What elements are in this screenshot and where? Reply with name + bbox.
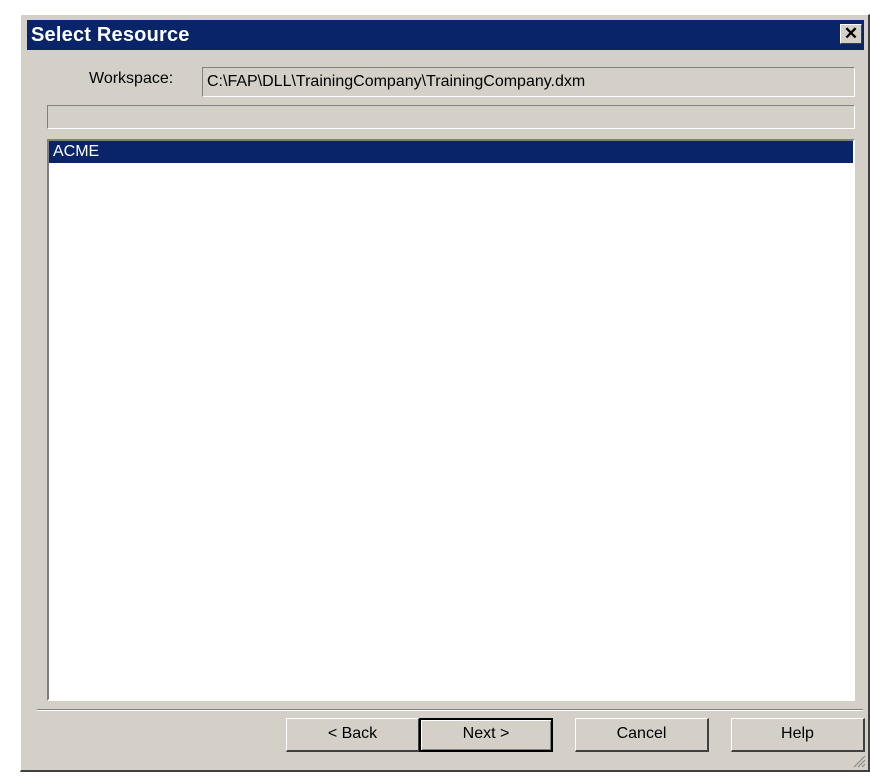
workspace-path-field: C:\FAP\DLL\TrainingCompany\TrainingCompa… xyxy=(202,67,855,97)
next-button[interactable]: Next > xyxy=(419,718,553,752)
select-resource-dialog: Select Resource ✕ Workspace: C:\FAP\DLL\… xyxy=(20,14,870,772)
window-title: Select Resource xyxy=(31,24,190,46)
status-field xyxy=(47,105,855,129)
close-icon: ✕ xyxy=(843,24,859,43)
resource-listbox[interactable]: ACME xyxy=(47,139,855,701)
list-item-acme[interactable]: ACME xyxy=(49,141,853,163)
title-bar[interactable]: Select Resource ✕ xyxy=(27,20,864,50)
close-button[interactable]: ✕ xyxy=(840,24,862,44)
workspace-label: Workspace: xyxy=(89,70,174,87)
back-button[interactable]: < Back xyxy=(286,718,420,752)
cancel-button[interactable]: Cancel xyxy=(575,718,709,752)
resize-grip-icon[interactable] xyxy=(852,754,866,768)
button-separator xyxy=(37,709,863,711)
help-button[interactable]: Help xyxy=(731,718,865,752)
